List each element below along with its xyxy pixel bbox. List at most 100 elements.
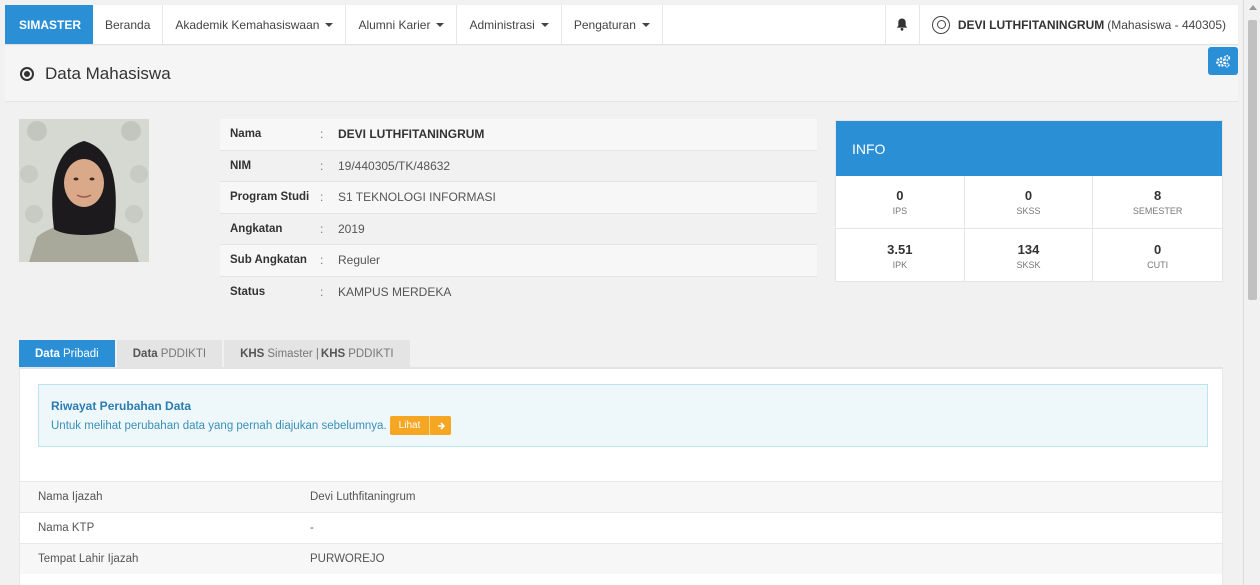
tab-label: PDDIKTI xyxy=(160,348,207,360)
settings-gears-button[interactable] xyxy=(1208,47,1238,75)
profile-value: KAMPUS MERDEKA xyxy=(338,285,452,300)
profile-row-status: Status : KAMPUS MERDEKA xyxy=(220,277,817,309)
scroll-up-icon[interactable] xyxy=(1249,5,1257,10)
info-panel: INFO 0 IPS 0 SKSS 8 SEMESTER 3.51 IPK 13… xyxy=(835,120,1223,282)
page-title: Data Mahasiswa xyxy=(45,63,171,83)
nav-label: Administrasi xyxy=(469,17,535,32)
nav-administrasi[interactable]: Administrasi xyxy=(457,5,562,44)
record-icon xyxy=(20,66,34,81)
profile-label: NIM xyxy=(230,159,252,172)
profile-value: 2019 xyxy=(338,221,365,236)
detail-row-tempat-lahir: Tempat Lahir Ijazah PURWOREJO xyxy=(20,543,1222,574)
profile-row-angkatan: Angkatan : 2019 xyxy=(220,214,817,245)
info-cell-ips: 0 IPS xyxy=(836,176,965,229)
info-cell-sksk: 134 SKSK xyxy=(965,229,1094,282)
caret-down-icon xyxy=(436,22,445,27)
profile-row-nim: NIM : 19/440305/TK/48632 xyxy=(220,151,817,182)
tab-label-bold-2: KHS xyxy=(320,348,346,360)
profile-label: Angkatan xyxy=(230,222,283,235)
info-caption: IPS xyxy=(892,206,908,216)
caret-down-icon xyxy=(325,22,334,27)
arrow-right-icon xyxy=(429,416,446,435)
info-cell-ipk: 3.51 IPK xyxy=(836,229,965,282)
nav-akademik-kemahasiswaan[interactable]: Akademik Kemahasiswaan xyxy=(163,5,347,44)
info-cell-skss: 0 SKSS xyxy=(964,176,1094,229)
tab-data-pribadi[interactable]: Data Pribadi xyxy=(19,340,115,368)
info-caption: SKSS xyxy=(1016,206,1041,216)
profile-label: Status xyxy=(230,286,266,299)
info-value: 134 xyxy=(1017,241,1040,257)
info-cell-cuti: 0 CUTI xyxy=(1093,229,1222,282)
alert-title: Riwayat Perubahan Data xyxy=(51,399,192,413)
profile-value: S1 TEKNOLOGI INFORMASI xyxy=(338,190,496,205)
page-header: Data Mahasiswa xyxy=(5,46,1238,102)
profile-row-sub-angkatan: Sub Angkatan : Reguler xyxy=(220,245,817,277)
nav-label: Alumni Karier xyxy=(358,17,431,32)
tab-label-2: PDDIKTI xyxy=(348,348,394,360)
nav-spacer xyxy=(663,5,886,44)
user-avatar-icon xyxy=(931,15,950,34)
scroll-thumb[interactable] xyxy=(1248,20,1257,300)
top-navbar: SIMASTER Beranda Akademik Kemahasiswaan … xyxy=(5,5,1238,45)
tab-khs[interactable]: KHS Simaster | KHS PDDIKTI xyxy=(224,340,410,368)
tab-label: Simaster | xyxy=(267,348,319,360)
profile-row-program-studi: Program Studi : S1 TEKNOLOGI INFORMASI xyxy=(220,182,817,214)
info-caption: SKSK xyxy=(1016,259,1041,270)
lihat-button[interactable]: Lihat xyxy=(389,416,452,435)
detail-label: Nama KTP xyxy=(38,522,95,534)
vertical-scrollbar[interactable] xyxy=(1243,0,1260,585)
info-caption: IPK xyxy=(892,259,908,270)
nav-pengaturan[interactable]: Pengaturan xyxy=(562,5,663,44)
tab-pane-data-pribadi: Riwayat Perubahan Data Untuk melihat per… xyxy=(19,369,1223,585)
info-value: 0 xyxy=(896,188,904,203)
detail-label: Tempat Lahir Ijazah xyxy=(38,553,139,565)
detail-value: - xyxy=(310,522,314,534)
profile-label: Sub Angkatan xyxy=(230,254,307,267)
info-caption: CUTI xyxy=(1147,259,1169,270)
profile-value: Reguler xyxy=(338,253,381,268)
info-value: 0 xyxy=(1024,188,1033,203)
nav-beranda[interactable]: Beranda xyxy=(93,5,164,44)
brand-logo[interactable]: SIMASTER xyxy=(5,5,93,44)
info-value: 0 xyxy=(1154,241,1162,257)
nav-label: Pengaturan xyxy=(573,17,636,32)
profile-separator: : xyxy=(320,127,324,142)
notification-bell-icon[interactable] xyxy=(886,5,920,44)
profile-label: Program Studi xyxy=(230,191,310,204)
detail-value: Devi Luthfitaningrum xyxy=(310,491,416,503)
profile-label: Nama xyxy=(230,128,262,141)
detail-row-nama-ktp: Nama KTP - xyxy=(20,512,1222,543)
tab-label: Pribadi xyxy=(62,348,99,360)
info-alert: Riwayat Perubahan Data Untuk melihat per… xyxy=(38,384,1208,447)
nav-alumni-karier[interactable]: Alumni Karier xyxy=(346,5,458,44)
tab-label-bold: Data xyxy=(35,348,60,360)
info-value: 3.51 xyxy=(887,241,913,257)
caret-down-icon xyxy=(540,22,549,27)
profile-value: DEVI LUTHFITANINGRUM xyxy=(338,127,485,142)
profile-separator: : xyxy=(320,221,324,236)
profile-separator: : xyxy=(320,190,324,205)
profile-separator: : xyxy=(320,158,324,173)
detail-label: Nama Ijazah xyxy=(38,491,103,503)
info-cell-semester: 8 SEMESTER xyxy=(1093,176,1222,229)
alert-text-row: Untuk melihat perubahan data yang pernah… xyxy=(51,416,1195,435)
tab-data-pddikti[interactable]: Data PDDIKTI xyxy=(116,340,223,368)
student-photo xyxy=(19,119,149,262)
info-value: 8 xyxy=(1154,188,1162,203)
lihat-button-label: Lihat xyxy=(398,420,421,431)
tab-label-bold: KHS xyxy=(240,348,265,360)
user-menu[interactable]: DEVI LUTHFITANINGRUM (Mahasiswa - 440305… xyxy=(920,5,1238,44)
user-role: (Mahasiswa - 440305) xyxy=(1107,17,1226,32)
profile-separator: : xyxy=(320,285,324,300)
info-grid: 0 IPS 0 SKSS 8 SEMESTER 3.51 IPK 134 SKS… xyxy=(836,176,1222,282)
tab-label-bold: Data xyxy=(132,348,158,360)
nav-label: Beranda xyxy=(105,17,151,32)
profile-row-nama: Nama : DEVI LUTHFITANINGRUM xyxy=(220,119,817,151)
nav-label: Akademik Kemahasiswaan xyxy=(175,17,320,32)
profile-value: 19/440305/TK/48632 xyxy=(338,158,451,173)
alert-text: Untuk melihat perubahan data yang pernah… xyxy=(51,419,387,432)
info-title: INFO xyxy=(836,121,1222,176)
caret-down-icon xyxy=(641,22,650,27)
profile-table: Nama : DEVI LUTHFITANINGRUM NIM : 19/440… xyxy=(220,119,817,308)
detail-row-nama-ijazah: Nama Ijazah Devi Luthfitaningrum xyxy=(20,481,1222,512)
